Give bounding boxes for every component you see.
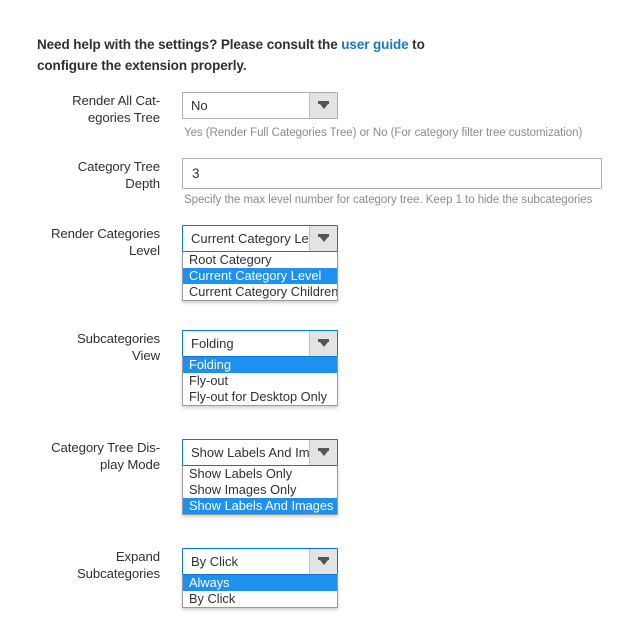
select-subcategories-view[interactable]: Folding bbox=[182, 330, 338, 357]
select-category-tree-display-mode[interactable]: Show Labels And Image bbox=[182, 439, 338, 466]
option-list-category-tree-display-mode[interactable]: Show Labels Only Show Images Only Show L… bbox=[182, 466, 338, 515]
dropdown-arrow-button[interactable] bbox=[309, 440, 337, 465]
select-value: Current Category Level bbox=[183, 226, 309, 251]
option-item[interactable]: Fly-out for Desktop Only bbox=[183, 389, 337, 405]
label-category-tree-depth: Category Tree Depth bbox=[0, 158, 160, 192]
dropdown-arrow-button[interactable] bbox=[309, 93, 337, 118]
label-line-1: Category Tree Dis- bbox=[0, 439, 160, 456]
label-render-categories-level: Render Categories Level bbox=[0, 225, 160, 259]
label-line-1: Expand bbox=[0, 548, 160, 565]
label-line-1: Category Tree bbox=[0, 158, 160, 175]
control-subcategories-view: Folding Folding Fly-out Fly-out for Desk… bbox=[182, 330, 338, 357]
note-category-tree-depth: Specify the max level number for categor… bbox=[184, 193, 592, 207]
option-item[interactable]: Current Category Children bbox=[183, 284, 337, 300]
select-render-all-categories-tree[interactable]: No bbox=[182, 92, 338, 119]
help-note-text-before: Need help with the settings? Please cons… bbox=[37, 37, 341, 52]
label-render-all-categories-tree: Render All Cat- egories Tree bbox=[0, 92, 160, 126]
help-note: Need help with the settings? Please cons… bbox=[37, 34, 482, 76]
dropdown-arrow-button[interactable] bbox=[309, 226, 337, 251]
chevron-down-icon bbox=[318, 557, 329, 566]
chevron-down-icon bbox=[318, 448, 329, 457]
label-line-2: Subcategories bbox=[0, 565, 160, 582]
select-render-categories-level[interactable]: Current Category Level bbox=[182, 225, 338, 252]
label-line-2: View bbox=[0, 347, 160, 364]
label-line-1: Subcategories bbox=[0, 330, 160, 347]
select-value: By Click bbox=[183, 549, 309, 574]
label-line-1: Render All Cat- bbox=[0, 92, 160, 109]
control-category-tree-display-mode: Show Labels And Image Show Labels Only S… bbox=[182, 439, 338, 466]
option-item[interactable]: Show Images Only bbox=[183, 482, 337, 498]
select-value: No bbox=[183, 93, 309, 118]
label-expand-subcategories: Expand Subcategories bbox=[0, 548, 160, 582]
select-value: Show Labels And Image bbox=[183, 440, 309, 465]
option-item[interactable]: Show Labels Only bbox=[183, 466, 337, 482]
label-line-2: play Mode bbox=[0, 456, 160, 473]
control-render-all-categories-tree: No bbox=[182, 92, 338, 119]
label-category-tree-display-mode: Category Tree Dis- play Mode bbox=[0, 439, 160, 473]
option-item[interactable]: Current Category Level bbox=[183, 268, 337, 284]
option-list-expand-subcategories[interactable]: Always By Click bbox=[182, 575, 338, 608]
dropdown-arrow-button[interactable] bbox=[309, 549, 337, 574]
label-line-2: Level bbox=[0, 242, 160, 259]
label-line-1: Render Categories bbox=[0, 225, 160, 242]
option-item[interactable]: Root Category bbox=[183, 252, 337, 268]
option-list-render-categories-level[interactable]: Root Category Current Category Level Cur… bbox=[182, 252, 338, 301]
settings-form-panel: Need help with the settings? Please cons… bbox=[0, 0, 619, 638]
chevron-down-icon bbox=[318, 234, 329, 243]
note-render-all-categories-tree: Yes (Render Full Categories Tree) or No … bbox=[184, 126, 582, 140]
label-line-2: egories Tree bbox=[0, 109, 160, 126]
option-item[interactable]: By Click bbox=[183, 591, 337, 607]
control-category-tree-depth bbox=[182, 158, 602, 189]
label-line-2: Depth bbox=[0, 175, 160, 192]
label-subcategories-view: Subcategories View bbox=[0, 330, 160, 364]
chevron-down-icon bbox=[318, 101, 329, 110]
dropdown-arrow-button[interactable] bbox=[309, 331, 337, 356]
option-list-subcategories-view[interactable]: Folding Fly-out Fly-out for Desktop Only bbox=[182, 357, 338, 406]
option-item[interactable]: Always bbox=[183, 575, 337, 591]
select-value: Folding bbox=[183, 331, 309, 356]
option-item[interactable]: Show Labels And Images bbox=[183, 498, 337, 514]
option-item[interactable]: Fly-out bbox=[183, 373, 337, 389]
control-render-categories-level: Current Category Level Root Category Cur… bbox=[182, 225, 338, 252]
chevron-down-icon bbox=[318, 339, 329, 348]
category-tree-depth-input[interactable] bbox=[182, 158, 602, 189]
control-expand-subcategories: By Click Always By Click bbox=[182, 548, 338, 575]
option-item[interactable]: Folding bbox=[183, 357, 337, 373]
user-guide-link[interactable]: user guide bbox=[341, 37, 408, 52]
select-expand-subcategories[interactable]: By Click bbox=[182, 548, 338, 575]
